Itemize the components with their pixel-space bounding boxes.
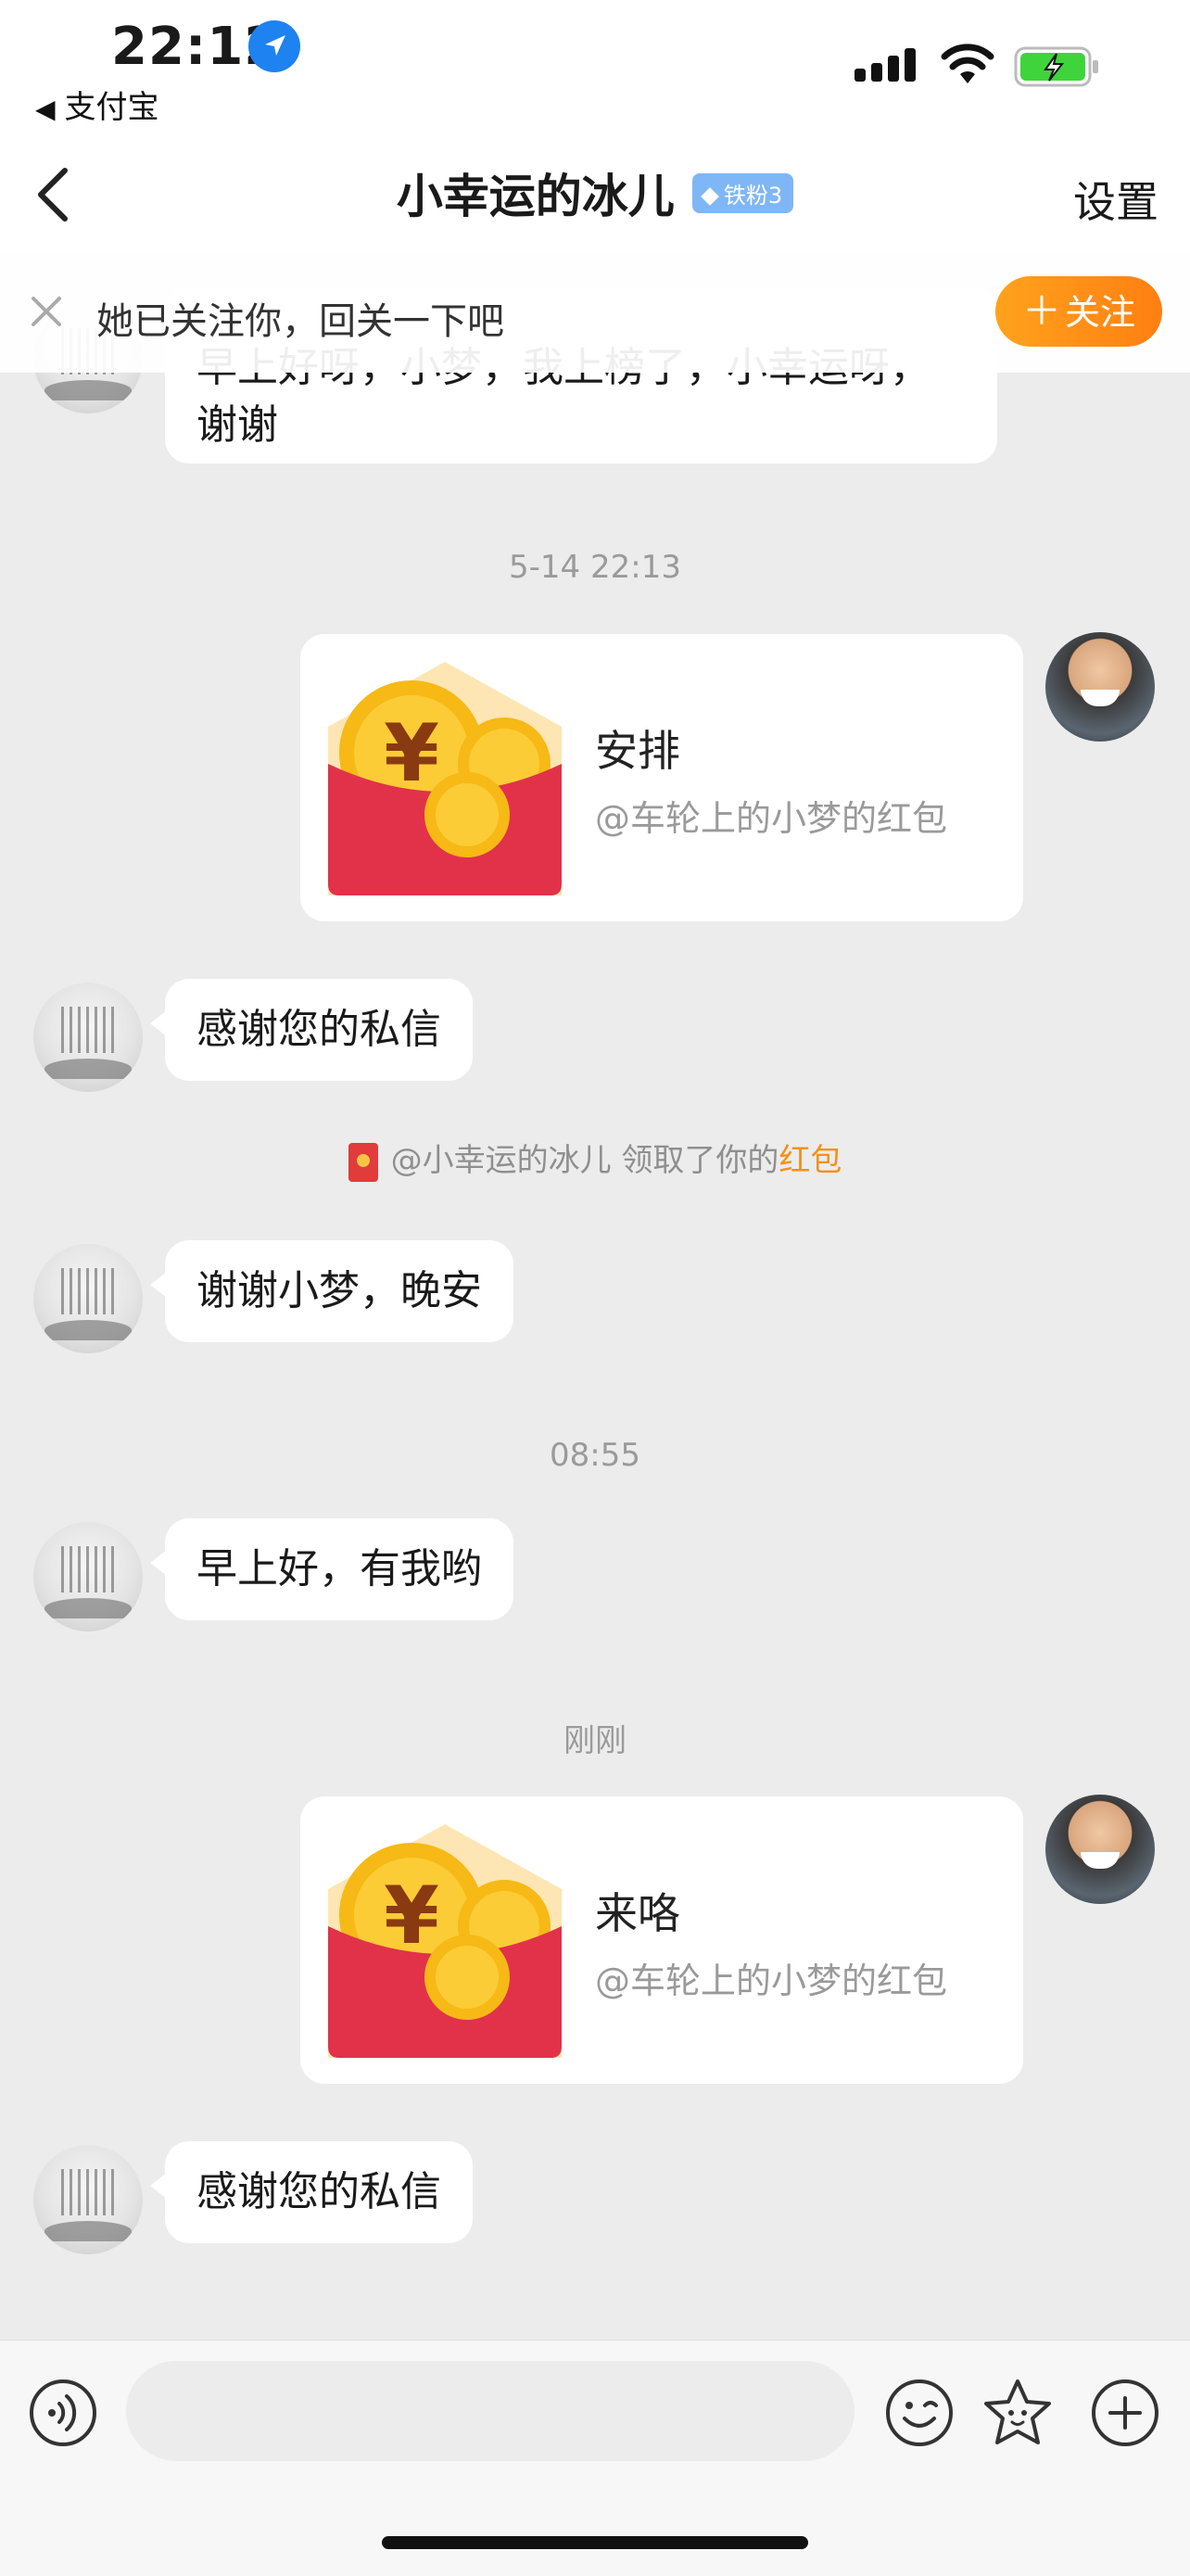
follow-button-label: 关注 bbox=[1065, 292, 1136, 333]
emoji-icon[interactable] bbox=[884, 2378, 955, 2448]
back-to-app[interactable]: ◀ 支付宝 bbox=[35, 82, 159, 127]
settings-button[interactable]: 设置 bbox=[1073, 169, 1158, 230]
contact-avatar[interactable] bbox=[33, 983, 143, 1092]
red-envelope-icon bbox=[348, 1142, 378, 1182]
message-input[interactable] bbox=[126, 2361, 855, 2461]
back-app-label: 支付宝 bbox=[64, 89, 159, 126]
follow-back-banner: 她已关注你，回关一下吧 ＋关注 bbox=[0, 254, 1190, 373]
battery-charging-icon bbox=[1014, 46, 1098, 87]
message-bubble-incoming[interactable]: 感谢您的私信 bbox=[150, 2141, 473, 2243]
back-triangle-icon: ◀ bbox=[35, 94, 56, 124]
contact-avatar[interactable] bbox=[33, 2145, 143, 2254]
message-text: 感谢您的私信 bbox=[196, 2168, 441, 2215]
message-text: 谢谢小梦，晚安 bbox=[196, 1267, 482, 1314]
red-packet-subtitle: @车轮上的小梦的红包 bbox=[595, 798, 948, 839]
location-arrow-icon bbox=[248, 20, 300, 72]
contact-avatar[interactable] bbox=[33, 1244, 143, 1353]
my-avatar[interactable] bbox=[1045, 632, 1155, 742]
diamond-icon bbox=[701, 186, 719, 206]
red-packet-subtitle: @车轮上的小梦的红包 bbox=[595, 1961, 948, 2001]
nav-title-wrap: 小幸运的冰儿 铁粉3 bbox=[0, 159, 1190, 226]
message-bubble-incoming[interactable]: 感谢您的私信 bbox=[150, 979, 473, 1081]
message-list[interactable]: 早上好呀，小梦，我上榜了，小幸运呀，谢谢 5-14 22:13 ¥ 安排 @车轮… bbox=[0, 254, 1190, 2340]
voice-icon[interactable] bbox=[28, 2378, 98, 2448]
system-notice-text: @小幸运的冰儿 领取了你的 bbox=[390, 1142, 779, 1179]
system-notice: @小幸运的冰儿 领取了你的红包 bbox=[0, 1135, 1190, 1182]
message-text: 早上好，有我哟 bbox=[196, 1545, 482, 1593]
close-icon[interactable] bbox=[26, 291, 67, 332]
chat-title[interactable]: 小幸运的冰儿 bbox=[397, 170, 675, 223]
fan-badge-label: 铁粉3 bbox=[723, 182, 783, 209]
status-bar: 22:12 ◀ 支付宝 bbox=[0, 0, 1190, 139]
red-packet-card[interactable]: ¥ 安排 @车轮上的小梦的红包 bbox=[300, 634, 1023, 921]
nav-bar: 小幸运的冰儿 铁粉3 设置 bbox=[0, 139, 1190, 254]
contact-avatar[interactable] bbox=[33, 1522, 143, 1631]
red-packet-title: 来咯 bbox=[595, 1888, 680, 1938]
red-packet-icon: ¥ bbox=[328, 1824, 562, 2058]
follow-prompt-text: 她已关注你，回关一下吧 bbox=[96, 300, 504, 343]
wifi-icon bbox=[941, 44, 994, 83]
sticker-icon[interactable] bbox=[981, 2376, 1055, 2450]
timestamp: 刚刚 bbox=[563, 1722, 627, 1759]
fan-badge: 铁粉3 bbox=[691, 172, 794, 213]
red-packet-title: 安排 bbox=[595, 726, 680, 776]
red-packet-link[interactable]: 红包 bbox=[779, 1142, 842, 1179]
follow-button[interactable]: ＋关注 bbox=[995, 276, 1162, 347]
message-text: 感谢您的私信 bbox=[196, 1006, 441, 1053]
red-packet-card[interactable]: ¥ 来咯 @车轮上的小梦的红包 bbox=[300, 1796, 1023, 2084]
message-bubble-incoming[interactable]: 谢谢小梦，晚安 bbox=[150, 1240, 513, 1342]
message-bubble-incoming[interactable]: 早上好，有我哟 bbox=[150, 1518, 513, 1620]
timestamp: 5-14 22:13 bbox=[509, 549, 681, 586]
home-indicator[interactable] bbox=[382, 2536, 808, 2549]
plus-icon: ＋ bbox=[1021, 288, 1061, 334]
red-packet-icon: ¥ bbox=[328, 662, 562, 895]
cellular-signal-icon bbox=[855, 48, 916, 82]
timestamp: 08:55 bbox=[550, 1437, 640, 1474]
plus-circle-icon[interactable] bbox=[1090, 2378, 1160, 2448]
my-avatar[interactable] bbox=[1045, 1795, 1155, 1904]
